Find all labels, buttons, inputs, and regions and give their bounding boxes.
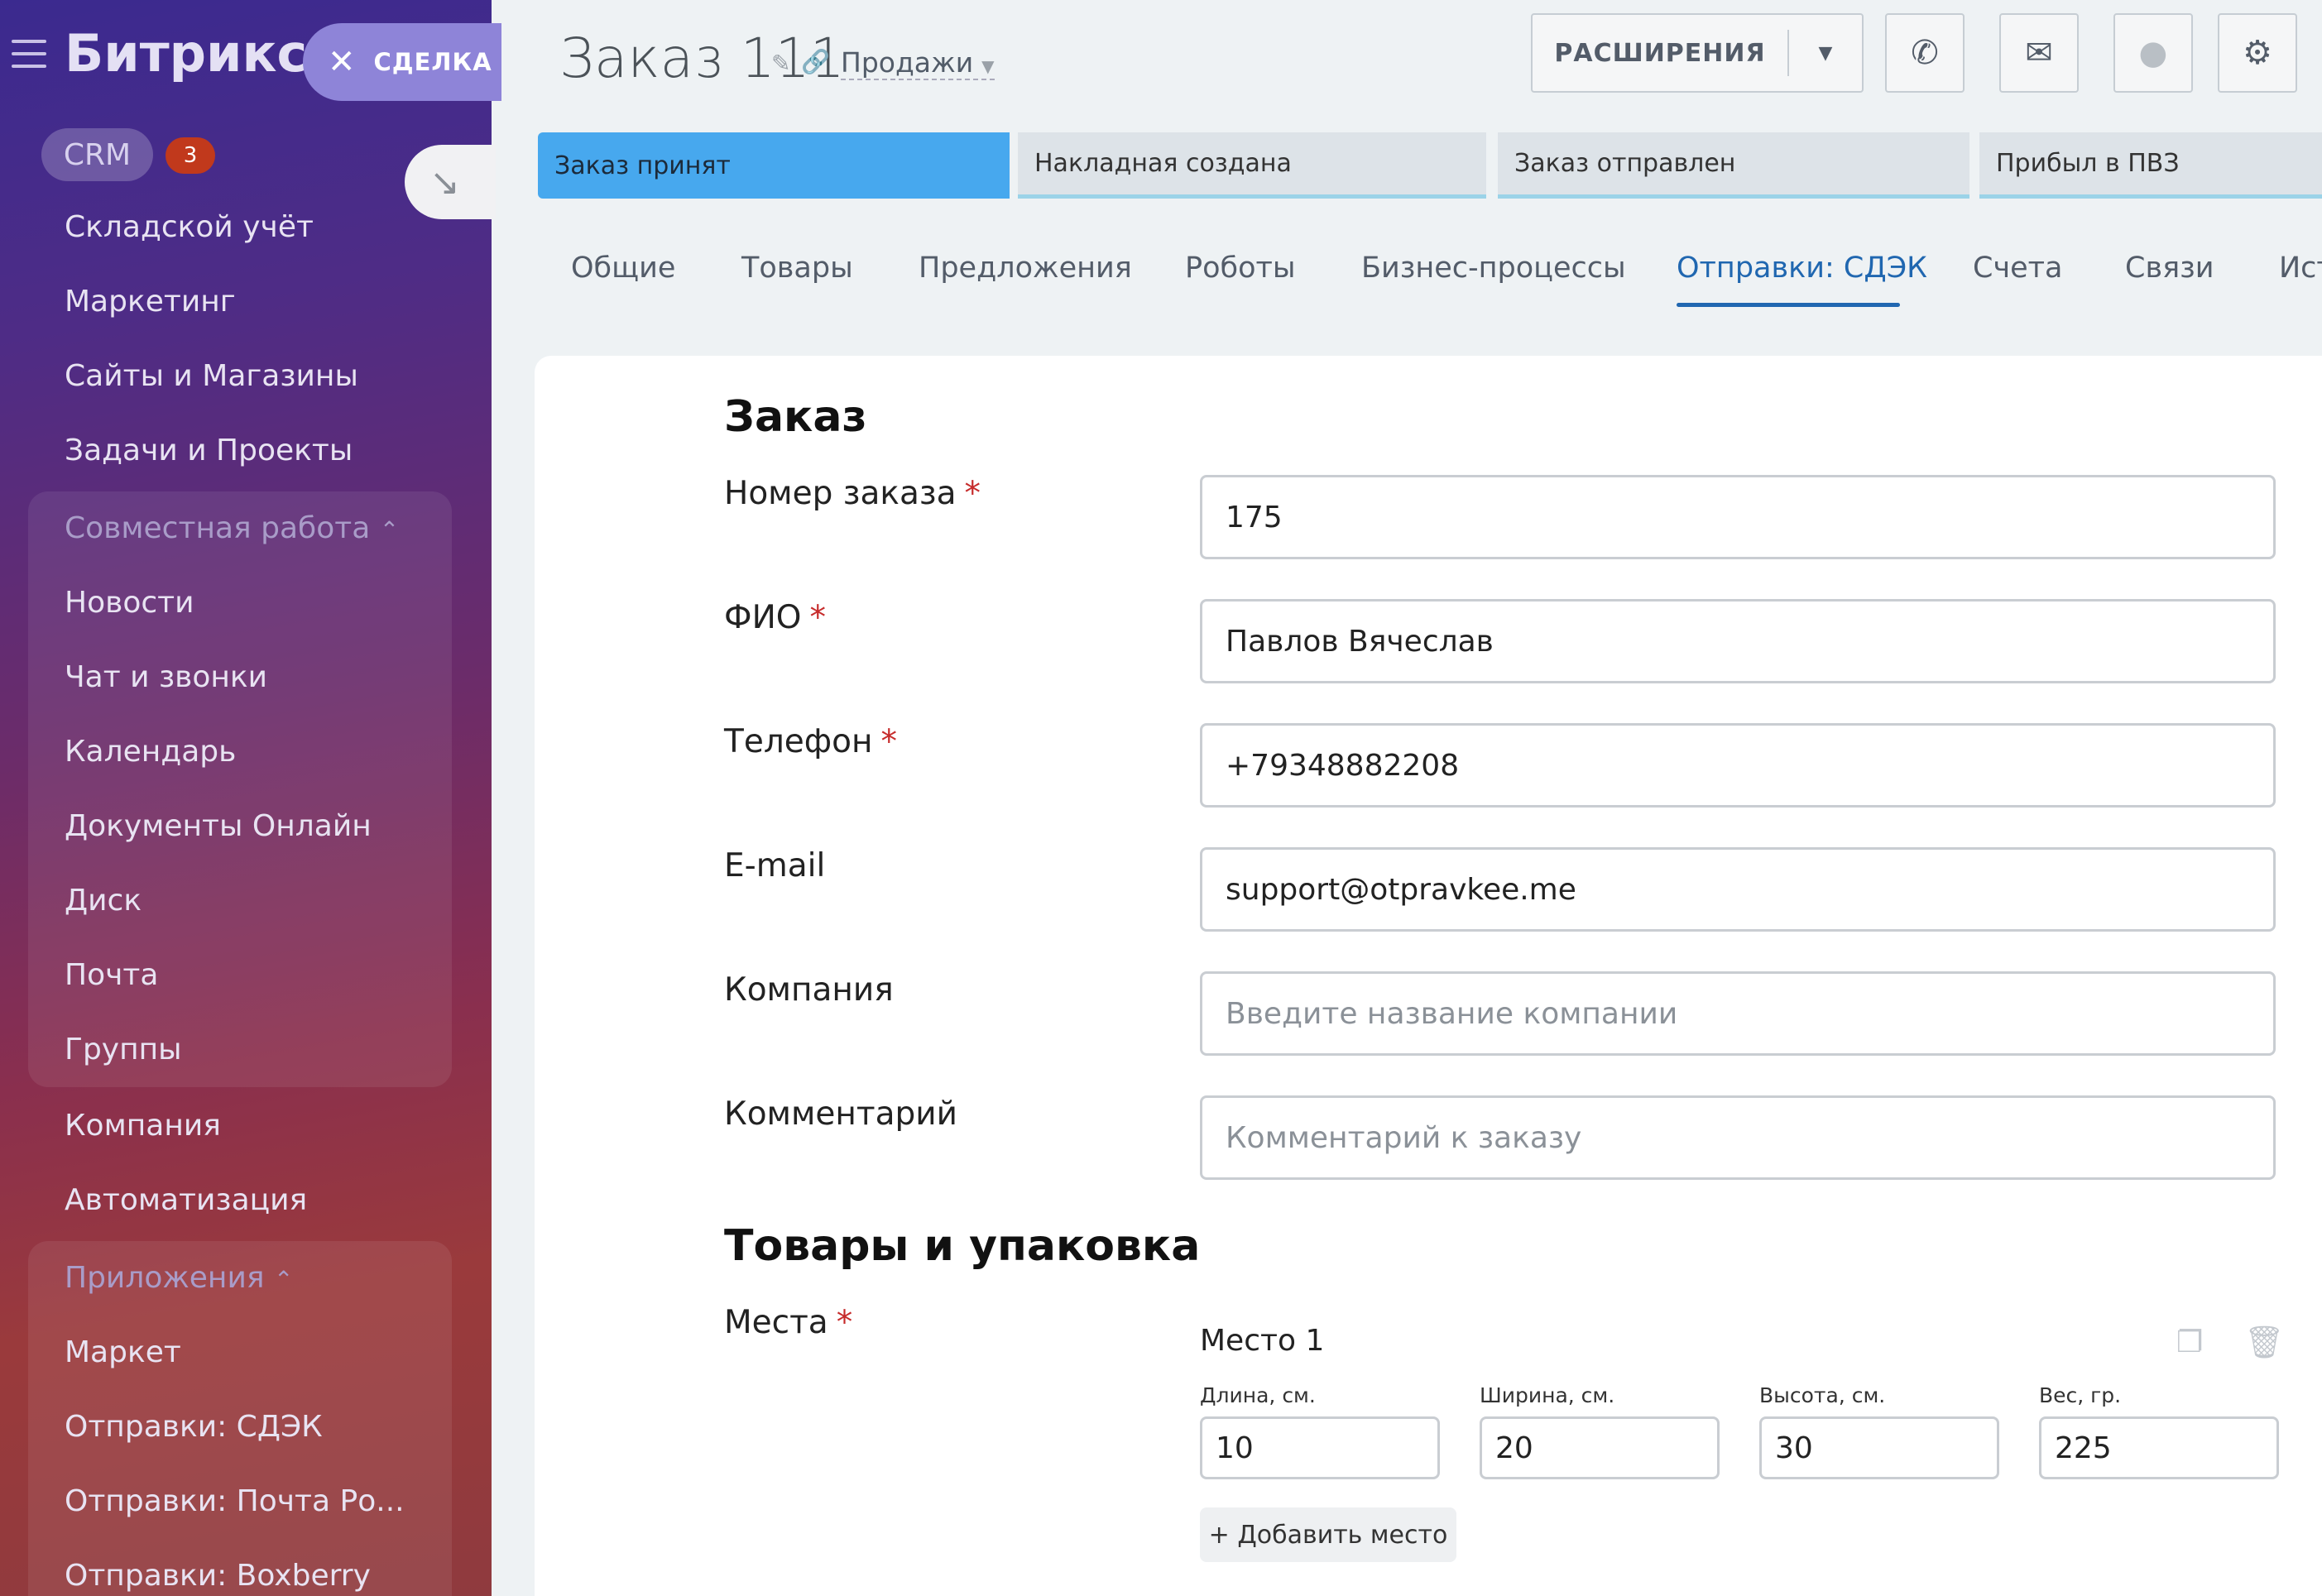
copy-link-icon[interactable]: 🔗 xyxy=(801,48,830,75)
width-label: Ширина, см. xyxy=(1480,1383,1615,1407)
chat-icon: ● xyxy=(2138,34,2168,72)
phone-icon: ✆ xyxy=(1911,34,1939,72)
sidebar-group-collab[interactable]: Совместная работа ⌃ xyxy=(65,511,399,545)
place-title: Место 1 xyxy=(1200,1324,1325,1358)
tab-offers[interactable]: Предложения xyxy=(919,252,1132,285)
section-title-order: Заказ xyxy=(724,392,867,442)
collapse-slider-button[interactable]: ↘ xyxy=(405,145,496,219)
weight-input[interactable] xyxy=(2039,1416,2279,1479)
sidebar-item-pochta[interactable]: Отправки: Почта Ро... xyxy=(65,1484,405,1518)
chevron-up-icon: ⌃ xyxy=(379,516,400,544)
email-label: E-mail xyxy=(724,847,826,884)
add-place-button[interactable]: + Добавить место xyxy=(1200,1507,1456,1562)
sidebar-item-disk[interactable]: Диск xyxy=(65,884,142,918)
stage-invoice-created[interactable]: Накладная создана xyxy=(1018,132,1486,199)
stage-order-accepted[interactable]: Заказ принят xyxy=(538,132,1010,199)
sidebar-item-market[interactable]: Маркет xyxy=(65,1335,181,1369)
sidebar-item-automation[interactable]: Автоматизация xyxy=(65,1183,307,1217)
company-input[interactable] xyxy=(1200,971,2276,1056)
chevron-up-icon: ⌃ xyxy=(273,1266,294,1293)
height-label: Высота, см. xyxy=(1759,1383,1886,1407)
sidebar-item-cdek[interactable]: Отправки: СДЭК xyxy=(65,1410,323,1444)
length-input[interactable] xyxy=(1200,1416,1440,1479)
company-label: Компания xyxy=(724,971,894,1009)
email-input[interactable] xyxy=(1200,847,2276,932)
fio-input[interactable] xyxy=(1200,599,2276,683)
sidebar-item-marketing[interactable]: Маркетинг xyxy=(65,285,236,319)
section-title-goods: Товары и упаковка xyxy=(724,1221,1201,1271)
copy-place-icon[interactable]: ❐ xyxy=(2176,1325,2203,1359)
tab-cdek-shipments[interactable]: Отправки: СДЭК xyxy=(1677,252,1927,285)
weight-label: Вес, гр. xyxy=(2039,1383,2122,1407)
fio-label: ФИО * xyxy=(724,599,826,636)
collab-group xyxy=(28,491,452,1087)
active-tab-underline xyxy=(1677,303,1900,307)
phone-input[interactable] xyxy=(1200,723,2276,808)
collapse-arrow-icon: ↘ xyxy=(429,161,460,204)
extensions-button[interactable]: РАСШИРЕНИЯ ▼ xyxy=(1531,13,1864,93)
tab-robots[interactable]: Роботы xyxy=(1185,252,1296,285)
sidebar-item-groups[interactable]: Группы xyxy=(65,1033,182,1066)
chevron-down-icon: ▼ xyxy=(981,56,995,76)
chevron-down-icon[interactable]: ▼ xyxy=(1789,43,1862,64)
close-icon: ✕ xyxy=(328,43,356,81)
tab-history[interactable]: Ист xyxy=(2279,252,2322,285)
phone-label: Телефон * xyxy=(724,723,897,760)
comment-label: Комментарий xyxy=(724,1095,957,1133)
chat-button[interactable]: ● xyxy=(2113,13,2193,93)
places-label: Места * xyxy=(724,1304,853,1341)
tab-general[interactable]: Общие xyxy=(571,252,675,285)
gear-icon: ⚙ xyxy=(2243,34,2272,72)
tab-invoices[interactable]: Счета xyxy=(1973,252,2063,285)
width-input[interactable] xyxy=(1480,1416,1720,1479)
stage-arrived-pickup[interactable]: Прибыл в ПВЗ xyxy=(1979,132,2322,199)
crm-counter-badge: 3 xyxy=(166,137,215,174)
tab-products[interactable]: Товары xyxy=(741,252,853,285)
funnel-selector[interactable]: Продажи ▼ xyxy=(841,46,995,80)
sidebar-item-crm[interactable]: CRM xyxy=(41,128,153,181)
order-number-input[interactable] xyxy=(1200,475,2276,559)
sidebar-item-calendar[interactable]: Календарь xyxy=(65,735,236,769)
sidebar-item-docs[interactable]: Документы Онлайн xyxy=(65,809,372,843)
stage-order-sent[interactable]: Заказ отправлен xyxy=(1498,132,1969,199)
edit-title-pencil-icon[interactable]: ✎ xyxy=(771,50,790,77)
phone-button[interactable]: ✆ xyxy=(1885,13,1965,93)
delete-place-icon[interactable]: 🗑 xyxy=(2244,1324,2284,1361)
sidebar-item-tasks[interactable]: Задачи и Проекты xyxy=(65,434,353,467)
sidebar-item-news[interactable]: Новости xyxy=(65,586,194,620)
sidebar-group-apps[interactable]: Приложения ⌃ xyxy=(65,1261,293,1295)
comment-input[interactable] xyxy=(1200,1095,2276,1180)
sidebar-item-boxberry[interactable]: Отправки: Boxberry xyxy=(65,1559,371,1593)
sidebar-item-company[interactable]: Компания xyxy=(65,1109,221,1143)
order-number-label: Номер заказа * xyxy=(724,475,981,512)
sidebar-item-mail[interactable]: Почта xyxy=(65,958,158,992)
sidebar-item-sites[interactable]: Сайты и Магазины xyxy=(65,359,358,393)
envelope-icon: ✉ xyxy=(2025,34,2053,72)
tab-links[interactable]: Связи xyxy=(2125,252,2214,285)
settings-button[interactable]: ⚙ xyxy=(2218,13,2297,93)
email-button[interactable]: ✉ xyxy=(1999,13,2079,93)
tab-business-processes[interactable]: Бизнес-процессы xyxy=(1361,252,1626,285)
menu-icon[interactable] xyxy=(12,40,46,68)
sidebar-item-warehouse[interactable]: Складской учёт xyxy=(65,210,314,244)
close-deal-chip[interactable]: ✕ СДЕЛКА xyxy=(303,23,501,101)
sidebar-item-chat[interactable]: Чат и звонки xyxy=(65,660,267,694)
height-input[interactable] xyxy=(1759,1416,1999,1479)
length-label: Длина, см. xyxy=(1200,1383,1316,1407)
left-sidebar: Битрикс 24 CRM 3 Складской учёт Маркетин… xyxy=(0,0,492,1596)
